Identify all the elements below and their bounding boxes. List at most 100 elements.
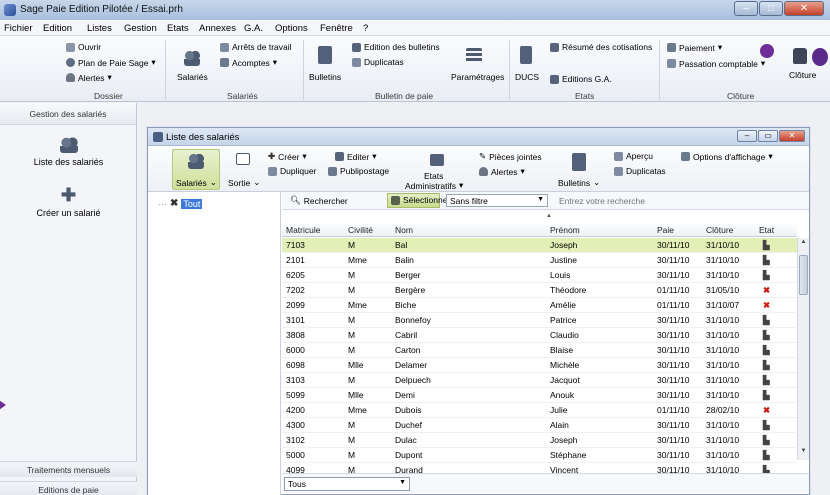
cloture-button[interactable]: Clôture: [789, 70, 816, 80]
group-dossier-label: Dossier: [94, 91, 123, 101]
sortie-button[interactable]: Sortie ⌄: [228, 177, 260, 188]
bulletins-tb-button[interactable]: Bulletins ⌄: [558, 177, 600, 188]
minimize-button[interactable]: –: [734, 1, 758, 16]
rechercher-button[interactable]: 🔍︎ Rechercher: [290, 195, 348, 206]
vertical-scrollbar[interactable]: ▲ ▼: [797, 238, 809, 460]
col-cloture[interactable]: Clôture: [706, 225, 733, 235]
resume-cotisations-button[interactable]: Résumé des cotisations: [550, 42, 652, 52]
table-row[interactable]: 3102 M Dulac Joseph 30/11/10 31/10/10 ▙: [282, 433, 797, 448]
table-row[interactable]: 4200 Mme Dubois Julie 01/11/10 28/02/10 ✖: [282, 403, 797, 418]
apercu-button[interactable]: Aperçu: [614, 151, 653, 161]
cell-prenom: Louis: [550, 270, 571, 280]
close-button[interactable]: ✕: [784, 1, 824, 16]
paiement-button[interactable]: Paiement ▾: [667, 42, 722, 53]
ribbon: Ouvrir Plan de Paie Sage ▾ Alertes ▾ Dossi…: [0, 36, 830, 102]
table-row[interactable]: 3103 M Delpuech Jacquot 30/11/10 31/10/10 ▙: [282, 373, 797, 388]
etats-administratifs-button[interactable]: Administratifs ▾: [405, 180, 463, 191]
cell-nom: Bergère: [395, 285, 426, 295]
nav-liste-salaries[interactable]: Liste des salariés: [0, 137, 137, 167]
cell-cloture: 31/10/10: [706, 450, 740, 460]
table-row[interactable]: 4300 M Duchef Alain 30/11/10 31/10/10 ▙: [282, 418, 797, 433]
table-row[interactable]: 3808 M Cabril Claudio 30/11/10 31/10/10 ▙: [282, 328, 797, 343]
child-restore-button[interactable]: ▭: [758, 130, 778, 142]
left-navigation: Gestion des salariés Liste des salariés …: [0, 103, 137, 495]
editions-ga-button[interactable]: Editions G.A.: [550, 74, 612, 84]
arrets-button[interactable]: Arrêts de travail: [220, 42, 292, 52]
duplicatas-tb-button[interactable]: Duplicatas: [614, 166, 666, 176]
col-nom[interactable]: Nom: [395, 225, 413, 235]
table-row[interactable]: 2099 Mme Biche Amélie 01/11/10 31/10/07 ✖: [282, 298, 797, 313]
search-input[interactable]: [556, 194, 746, 207]
window-controls: – □ ✕: [734, 1, 824, 16]
menu-etats[interactable]: Etats: [167, 23, 189, 34]
table-row[interactable]: 3101 M Bonnefoy Patrice 30/11/10 31/10/10 ▙: [282, 313, 797, 328]
filter-select[interactable]: Sans filtre ▼: [446, 194, 548, 207]
table-row[interactable]: 7103 M Bal Joseph 30/11/10 31/10/10 ▙: [282, 238, 797, 253]
pieces-jointes-button[interactable]: ✎ Pièces jointes: [479, 151, 542, 162]
menu-edition[interactable]: Edition: [43, 23, 72, 34]
scroll-thumb[interactable]: [799, 255, 808, 295]
publipostage-button[interactable]: Publipostage: [328, 166, 389, 176]
col-prenom[interactable]: Prénom: [550, 225, 580, 235]
nav-traitements-mensuels[interactable]: Traitements mensuels: [0, 461, 137, 477]
menu-gestion[interactable]: Gestion: [124, 23, 157, 34]
window-title: Sage Paie Edition Pilotée / Essai.prh: [20, 4, 183, 15]
mailing-icon: [328, 166, 337, 176]
bottom-filter-select[interactable]: Tous ▼: [284, 477, 410, 491]
cell-matricule: 3102: [286, 435, 305, 445]
scroll-up-icon[interactable]: ▲: [798, 239, 809, 250]
child-minimize-button[interactable]: –: [737, 130, 757, 142]
col-matricule[interactable]: Matricule: [286, 225, 320, 235]
col-etat[interactable]: Etat: [759, 225, 774, 235]
nav-creer-salarie[interactable]: ✚ Créer un salarié: [0, 186, 137, 218]
passation-button[interactable]: Passation comptable ▾: [667, 58, 765, 69]
col-paie[interactable]: Paie: [657, 225, 674, 235]
nav-editions-paie[interactable]: Editions de paie: [0, 481, 137, 495]
chevron-down-icon: ▾: [459, 180, 464, 190]
plan-paie-button[interactable]: Plan de Paie Sage ▾: [66, 57, 156, 68]
menu-fenetre[interactable]: Fenêtre: [320, 23, 353, 34]
table-row[interactable]: 5000 M Dupont Stéphane 30/11/10 31/10/10 ▙: [282, 448, 797, 463]
parametrages-button[interactable]: Paramétrages: [451, 72, 504, 82]
duplicatas-button[interactable]: Duplicatas: [352, 57, 404, 67]
cell-matricule: 2101: [286, 255, 305, 265]
table-row[interactable]: 2101 Mme Balin Justine 30/11/10 31/10/10 ▙: [282, 253, 797, 268]
nav-header[interactable]: Gestion des salariés: [0, 103, 136, 125]
editer-button[interactable]: Editer ▾: [335, 151, 377, 162]
alertes-button[interactable]: Alertes ▾: [66, 72, 112, 83]
salaries-button[interactable]: Salariés: [177, 72, 208, 82]
tree-node-tout[interactable]: ··· ✖ Tout: [158, 198, 203, 209]
alert-icon: [66, 73, 75, 82]
child-title-bar: Liste des salariés – ▭ ✕: [148, 128, 809, 146]
creer-button[interactable]: ✚ Créer ▾: [268, 151, 307, 162]
dupliquer-button[interactable]: Dupliquer: [268, 166, 316, 176]
menu-listes[interactable]: Listes: [87, 23, 112, 34]
table-row[interactable]: 6098 Mlle Delamer Michèle 30/11/10 31/10/10 ▙: [282, 358, 797, 373]
tb-salaries-label: Salariés ⌄: [176, 177, 217, 188]
menu-annexes[interactable]: Annexes: [199, 23, 236, 34]
menu-ga[interactable]: G.A.: [244, 23, 263, 34]
cell-nom: Duchef: [395, 420, 422, 430]
maximize-button[interactable]: □: [759, 1, 783, 16]
menu-help[interactable]: ?: [363, 23, 368, 34]
scroll-down-icon[interactable]: ▼: [798, 448, 809, 459]
copy-icon: [614, 166, 623, 176]
edition-bulletins-button[interactable]: Edition des bulletins: [352, 42, 440, 52]
table-row[interactable]: 6000 M Carton Blaise 30/11/10 31/10/10 ▙: [282, 343, 797, 358]
ducs-button[interactable]: DUCS: [515, 72, 539, 82]
acomptes-button[interactable]: Acomptes ▾: [220, 57, 277, 68]
bulletins-button[interactable]: Bulletins: [309, 72, 341, 82]
child-close-button[interactable]: ✕: [779, 130, 805, 142]
menu-fichier[interactable]: Fichier: [4, 23, 33, 34]
alertes-tb-button[interactable]: Alertes ▾: [479, 166, 525, 177]
app-icon: [4, 4, 16, 16]
menu-options[interactable]: Options: [275, 23, 308, 34]
cell-prenom: Théodore: [550, 285, 587, 295]
options-affichage-button[interactable]: Options d'affichage ▾: [681, 151, 773, 162]
cell-prenom: Joseph: [550, 240, 578, 250]
col-civilite[interactable]: Civilité: [348, 225, 373, 235]
table-row[interactable]: 6205 M Berger Louis 30/11/10 31/10/10 ▙: [282, 268, 797, 283]
table-row[interactable]: 5099 Mlle Demi Anouk 30/11/10 31/10/10 ▙: [282, 388, 797, 403]
ouvrir-button[interactable]: Ouvrir: [66, 42, 101, 52]
table-row[interactable]: 7202 M Bergère Théodore 01/11/10 31/05/10 ✖: [282, 283, 797, 298]
